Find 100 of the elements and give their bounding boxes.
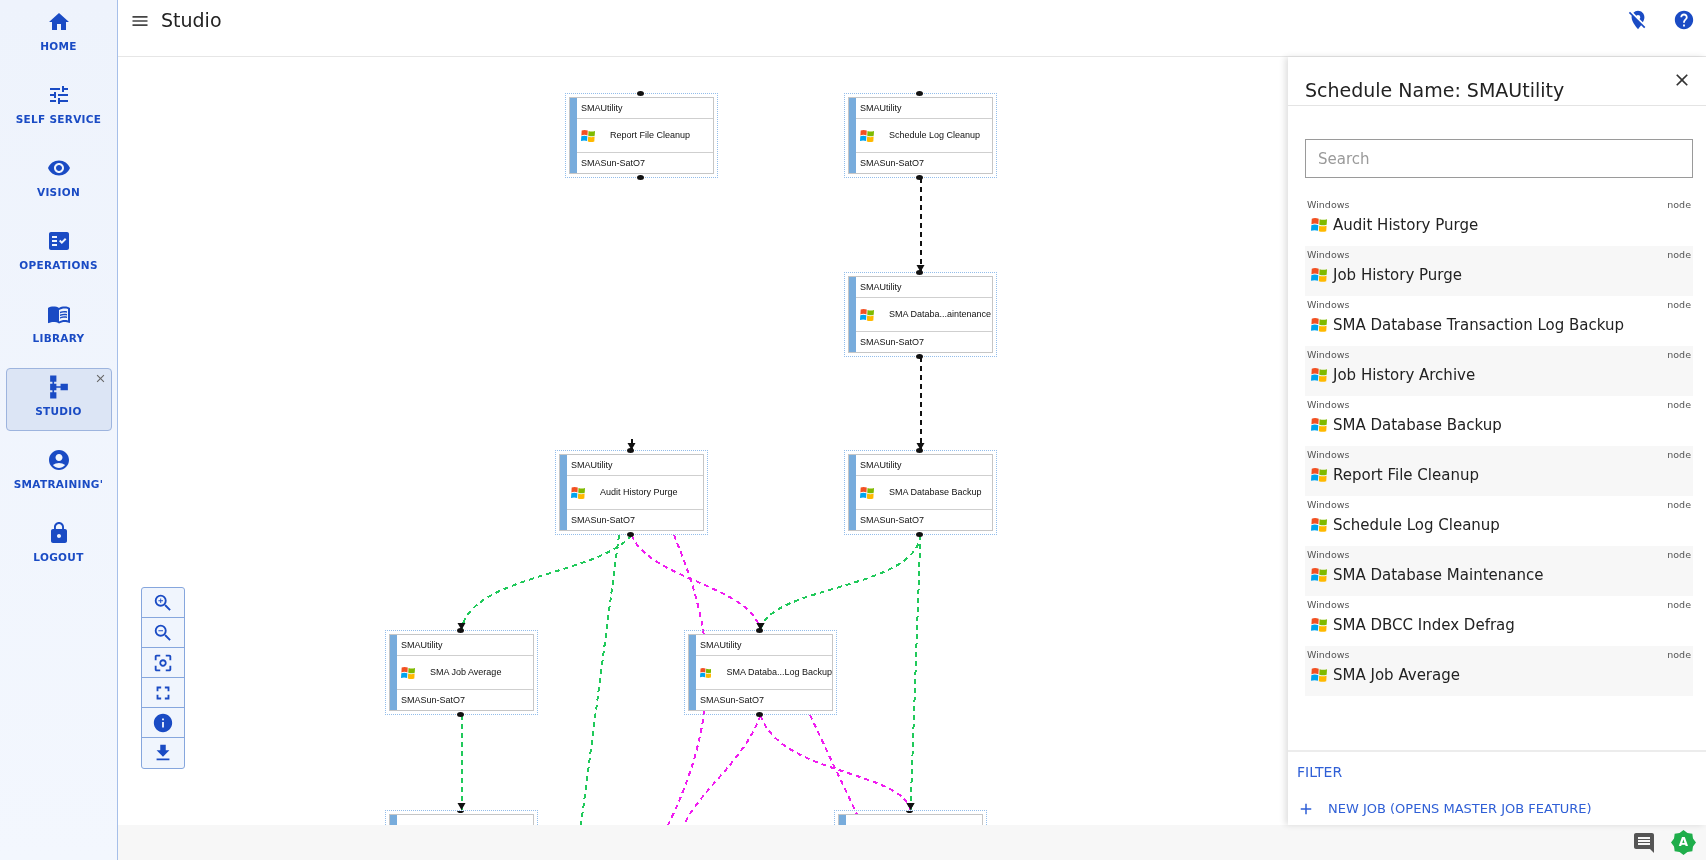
job-name: SMA Database Backup — [889, 487, 982, 498]
job-name: SMA DBCC Index Defrag — [1333, 616, 1515, 634]
job-name: Audit History Purge — [600, 487, 678, 498]
job-name: SMA Database Transaction Log Backup — [1333, 316, 1624, 334]
search-field[interactable]: Search — [1305, 139, 1693, 178]
job-name: Schedule Log Cleanup — [1333, 516, 1500, 534]
connector-dot-icon — [756, 628, 763, 633]
job-type-label: node — [1667, 649, 1691, 661]
job-list-item[interactable]: Windows node SMA Database Transaction Log Backup — [1305, 296, 1693, 346]
schedule-label: SMAUtility — [581, 102, 623, 114]
schedule-label: SMAUtility — [401, 639, 443, 651]
job-name: Audit History Purge — [1333, 216, 1479, 234]
page-title: Studio — [161, 8, 222, 32]
job-list-item[interactable]: Windows node SMA Job Average — [1305, 646, 1693, 696]
job-type-label: node — [1667, 499, 1691, 511]
connector-dot-icon — [756, 712, 763, 717]
job-name: SMA Job Average — [430, 667, 502, 678]
job-list-item[interactable]: Windows node SMA DBCC Index Defrag — [1305, 596, 1693, 646]
job-list-item[interactable]: Windows node SMA Database Maintenance — [1305, 546, 1693, 596]
flag-icon — [860, 307, 874, 322]
flag-icon — [700, 665, 712, 680]
flag-icon — [1311, 667, 1327, 683]
flag-icon — [1311, 617, 1327, 633]
platform-label: Windows — [1307, 449, 1350, 461]
platform-label: Windows — [1307, 249, 1350, 261]
calendar-label: SMASun-SatO7 — [860, 336, 925, 348]
schedule-label: SMAUtility — [700, 639, 742, 651]
job-name: Job History Archive — [1333, 366, 1476, 384]
new-job-button[interactable]: NEW JOB (OPENS MASTER JOB FEATURE) — [1297, 799, 1592, 819]
flag-icon — [1311, 417, 1327, 433]
platform-label: Windows — [1307, 649, 1350, 661]
sidebar-item[interactable]: HOME — [5, 3, 112, 66]
job-name: SMA Database Backup — [1333, 416, 1502, 434]
job-name: Job History Purge — [1333, 266, 1462, 284]
schedule-label: SMAUtility — [571, 459, 613, 471]
job-type-label: node — [1667, 299, 1691, 311]
connector-dot-icon — [916, 175, 923, 180]
sidebar-item[interactable]: STUDIO — [5, 368, 112, 431]
flag-icon — [860, 485, 874, 500]
job-type-label: node — [1667, 249, 1691, 261]
job-name: SMA Databa...Log Backup — [726, 667, 832, 678]
flag-icon — [571, 485, 585, 500]
help-button[interactable] — [1673, 9, 1695, 31]
filter-button[interactable]: FILTER — [1297, 762, 1343, 782]
sidebar-item[interactable]: OPERATIONS — [5, 222, 112, 285]
calendar-label: SMASun-SatO7 — [581, 157, 646, 169]
schedule-label: SMAUtility — [860, 459, 902, 471]
job-list-item[interactable]: Windows node SMA Database Backup — [1305, 396, 1693, 446]
info-icon — [152, 711, 174, 734]
job-list-item[interactable]: Windows node Report File Cleanup — [1305, 446, 1693, 496]
job-name: Report File Cleanup — [610, 130, 691, 141]
sidebar-item[interactable]: LIBRARY — [5, 295, 112, 358]
checklist-icon — [46, 229, 71, 253]
sidebar-item[interactable]: LOGOUT — [5, 514, 112, 577]
calendar-label: SMASun-SatO7 — [860, 514, 925, 526]
job-name: SMA Database Maintenance — [1333, 566, 1544, 584]
platform-label: Windows — [1307, 599, 1350, 611]
job-type-label: node — [1667, 599, 1691, 611]
connector-dot-icon — [916, 91, 923, 96]
job-type-label: node — [1667, 549, 1691, 561]
platform-label: Windows — [1307, 349, 1350, 361]
connector-dot-icon — [916, 354, 923, 359]
platform-label: Windows — [1307, 399, 1350, 411]
flag-icon — [1311, 517, 1327, 533]
connector-dot-icon — [637, 175, 644, 180]
platform-label: Windows — [1307, 199, 1350, 211]
connector-dot-icon — [916, 532, 923, 537]
job-type-label: node — [1667, 199, 1691, 211]
job-type-label: node — [1667, 399, 1691, 411]
calendar-label: SMASun-SatO7 — [860, 157, 925, 169]
comment-icon — [1632, 830, 1656, 855]
schedule-label: SMAUtility — [860, 281, 902, 293]
flag-icon — [1311, 217, 1327, 233]
job-list-item[interactable]: Windows node Schedule Log Cleanup — [1305, 496, 1693, 546]
flag-icon — [860, 128, 874, 143]
job-name: SMA Job Average — [1333, 666, 1460, 684]
job-type-label: node — [1667, 349, 1691, 361]
sidebar-item[interactable]: SMATRAINING' — [5, 441, 112, 504]
flag-icon — [1311, 367, 1327, 383]
calendar-label: SMASun-SatO7 — [571, 514, 636, 526]
flag-icon — [401, 665, 415, 680]
job-name: Schedule Log Cleanup — [889, 130, 981, 141]
user-icon — [46, 448, 71, 472]
connector-dot-icon — [916, 270, 923, 275]
panel-title: Schedule Name: SMAUtility — [1305, 78, 1565, 102]
job-list-item[interactable]: Windows node Job History Archive — [1305, 346, 1693, 396]
flag-icon — [1311, 567, 1327, 583]
job-name: SMA Databa...aintenance — [889, 309, 992, 320]
comment-button[interactable] — [1632, 830, 1656, 855]
connector-dot-icon — [457, 712, 464, 717]
flag-icon — [1311, 317, 1327, 333]
job-list-item[interactable]: Windows node Job History Purge — [1305, 246, 1693, 296]
flag-icon — [581, 128, 595, 143]
sidebar-item[interactable]: VISION — [5, 149, 112, 212]
schedule-label: SMAUtility — [860, 102, 902, 114]
job-list-item[interactable]: Windows node Audit History Purge — [1305, 196, 1693, 246]
flag-icon — [1311, 467, 1327, 483]
platform-label: Windows — [1307, 299, 1350, 311]
connector-dot-icon — [916, 448, 923, 453]
sidebar-item[interactable]: SELF SERVICE — [5, 76, 112, 139]
